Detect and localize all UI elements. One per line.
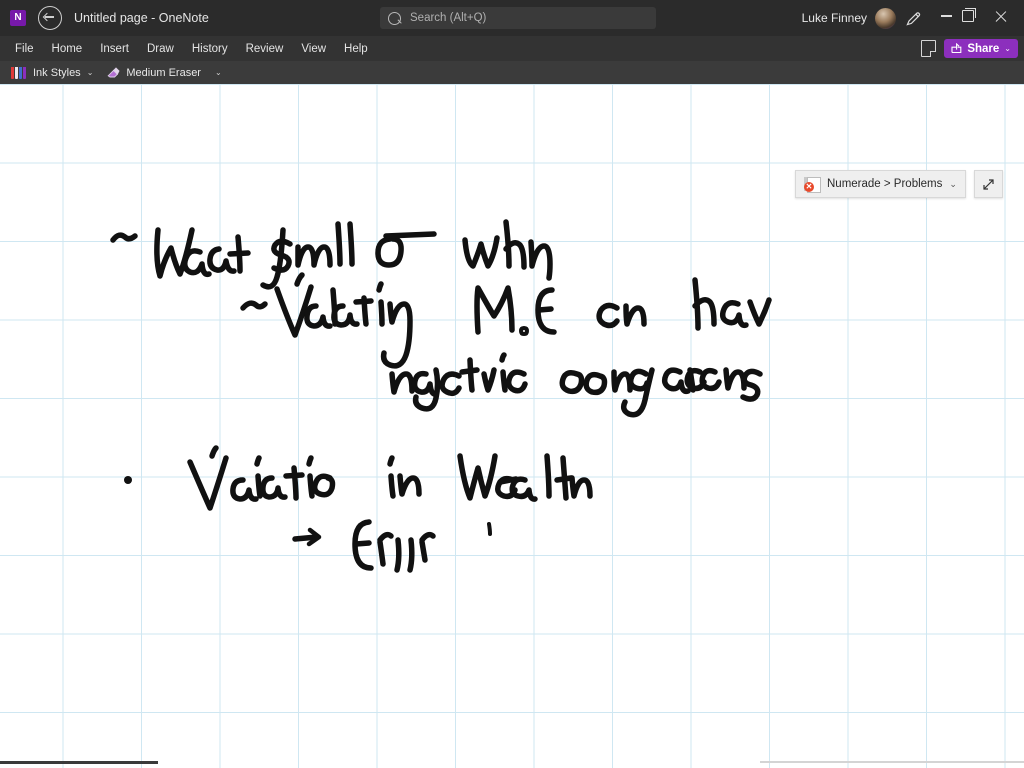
horizontal-scrollbar-right[interactable]	[760, 761, 1024, 763]
page-canvas[interactable]: ✕ Numerade > Problems ⌄	[0, 84, 1024, 768]
chevron-down-icon: ⌄	[214, 68, 222, 77]
onenote-window: N Untitled page - OneNote Search (Alt+Q)…	[0, 0, 1024, 768]
chevron-down-icon: ⌄	[949, 178, 957, 189]
account-name: Luke Finney	[801, 11, 867, 25]
title-bar: N Untitled page - OneNote Search (Alt+Q)…	[0, 0, 1024, 36]
avatar[interactable]	[875, 7, 896, 29]
onenote-logo-icon: N	[10, 10, 26, 26]
account-area[interactable]: Luke Finney	[802, 0, 896, 36]
ribbon-medium-eraser[interactable]: Medium Eraser	[100, 61, 208, 84]
menu-item-insert[interactable]: Insert	[91, 36, 138, 61]
menu-item-file[interactable]: File	[6, 36, 43, 61]
menu-item-home[interactable]: Home	[43, 36, 92, 61]
expand-navigation-button[interactable]	[974, 170, 1003, 198]
share-label: Share	[967, 42, 1000, 55]
notebook-sync-error-icon: ✕	[804, 176, 821, 193]
menu-bar-right: Share ⌄	[921, 36, 1018, 61]
sync-error-badge: ✕	[804, 181, 814, 192]
search-placeholder: Search (Alt+Q)	[410, 12, 487, 24]
ribbon-overflow[interactable]: ⌄	[208, 61, 229, 84]
ribbon-bar: Ink Styles ⌄ Medium Eraser ⌄	[0, 61, 1024, 84]
window-title: Untitled page - OneNote	[74, 11, 209, 25]
eraser-icon	[107, 67, 120, 78]
notebook-path-label: Numerade > Problems	[827, 178, 943, 190]
ribbon-ink-styles-label: Ink Styles	[33, 66, 81, 79]
close-button[interactable]	[978, 0, 1024, 32]
share-icon	[951, 43, 962, 54]
menu-item-help[interactable]: Help	[335, 36, 377, 61]
ribbon-ink-styles[interactable]: Ink Styles ⌄	[4, 61, 100, 84]
restore-icon	[962, 7, 976, 22]
chevron-down-icon: ⌄	[86, 68, 94, 77]
menu-item-review[interactable]: Review	[237, 36, 293, 61]
ribbon-medium-eraser-label: Medium Eraser	[126, 66, 201, 79]
page-note-icon[interactable]	[921, 40, 937, 57]
ink-pen-icon[interactable]	[902, 8, 924, 28]
menu-bar: File Home Insert Draw History Review Vie…	[0, 36, 1024, 61]
ink-styles-icon	[11, 66, 27, 79]
menu-item-draw[interactable]: Draw	[138, 36, 183, 61]
search-box[interactable]: Search (Alt+Q)	[380, 7, 656, 29]
search-icon	[388, 11, 401, 25]
menu-item-history[interactable]: History	[183, 36, 237, 61]
share-chevron-icon: ⌄	[1004, 44, 1011, 53]
close-icon	[995, 10, 1007, 22]
menu-item-view[interactable]: View	[292, 36, 335, 61]
expand-arrow-icon	[983, 178, 994, 190]
horizontal-scrollbar-left[interactable]	[0, 761, 158, 764]
share-button[interactable]: Share ⌄	[944, 39, 1018, 58]
back-icon[interactable]	[38, 6, 62, 30]
notebook-selector[interactable]: ✕ Numerade > Problems ⌄	[795, 170, 966, 198]
